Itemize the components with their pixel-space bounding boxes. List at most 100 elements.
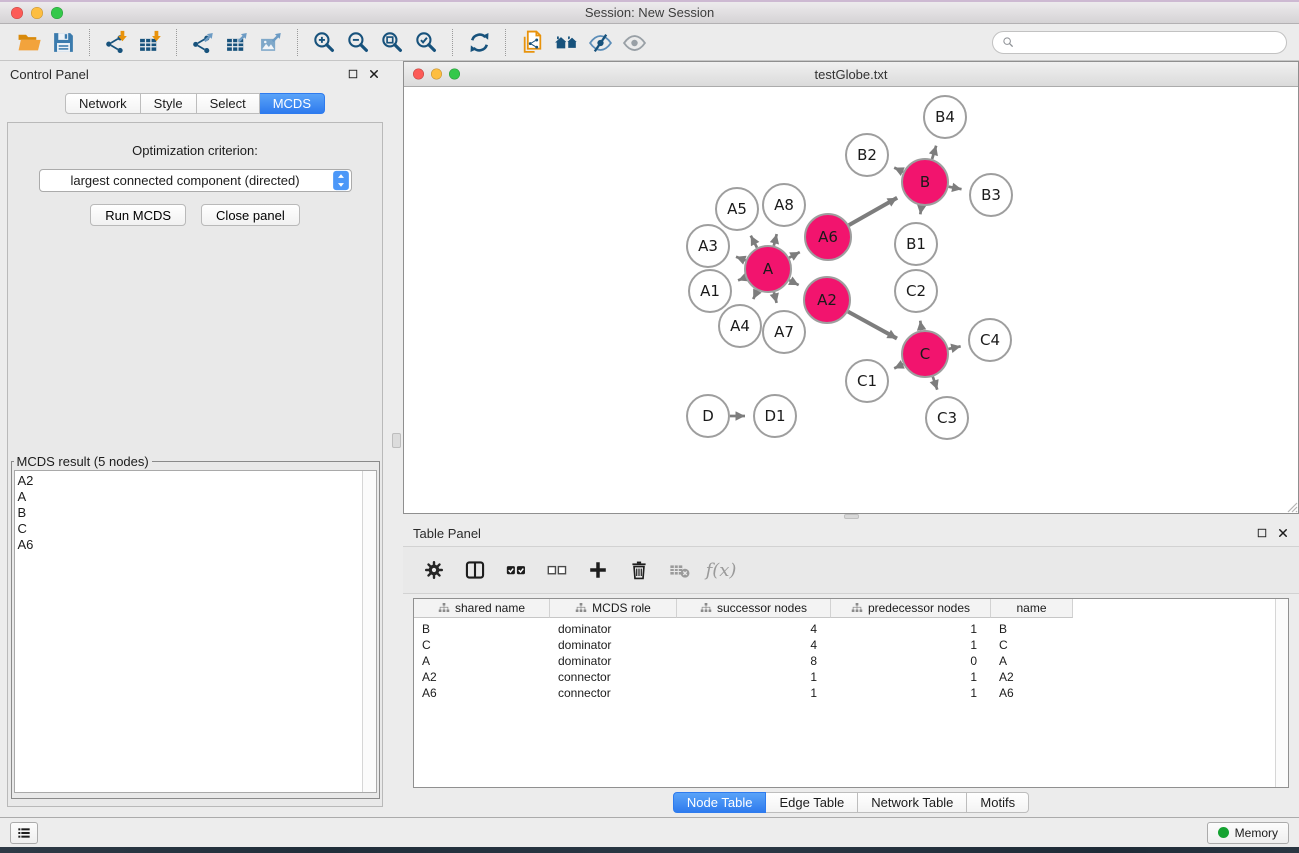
graph-node-C2[interactable]: C2 — [895, 270, 937, 312]
table-cell[interactable]: A — [991, 653, 1073, 669]
table-cell[interactable]: 1 — [831, 685, 991, 701]
graph-node-B4[interactable]: B4 — [924, 96, 966, 138]
table-cell[interactable]: B — [991, 621, 1073, 637]
export-image-button[interactable] — [254, 27, 288, 57]
graph-node-A2[interactable]: A2 — [804, 277, 850, 323]
graph-edge-A-A4[interactable] — [753, 291, 757, 300]
table-row-A[interactable]: Adominator80A — [414, 653, 1288, 669]
save-session-button[interactable] — [46, 27, 80, 57]
zoom-fit-button[interactable] — [375, 27, 409, 57]
zoom-window-button[interactable] — [51, 7, 63, 19]
search-input[interactable] — [1019, 34, 1278, 50]
graph-node-B1[interactable]: B1 — [895, 223, 937, 265]
graph-node-A6[interactable]: A6 — [805, 214, 851, 260]
mcds-list-scrollbar-track[interactable] — [362, 471, 376, 792]
graph-node-C[interactable]: C — [902, 331, 948, 377]
column-header-successor-nodes[interactable]: successor nodes — [677, 599, 831, 618]
graph-edge-A-A1[interactable] — [738, 278, 746, 281]
control-panel-float-button[interactable] — [346, 68, 359, 81]
graph-node-A8[interactable]: A8 — [763, 184, 805, 226]
graph-edge-A-A2[interactable] — [789, 280, 798, 285]
add-button[interactable] — [580, 555, 616, 585]
graph-node-A3[interactable]: A3 — [687, 225, 729, 267]
graph-node-A1[interactable]: A1 — [689, 270, 731, 312]
control-panel-close-button[interactable] — [367, 68, 380, 81]
table-cell[interactable]: dominator — [550, 653, 677, 669]
table-panel-float-button[interactable] — [1255, 527, 1268, 540]
table-cell[interactable]: 8 — [677, 653, 831, 669]
network-graph[interactable]: B4B2BB3A8A5A6B1A3AC2A1A2A4A7C4CC1DD1C3 — [404, 87, 1298, 513]
table-cell[interactable]: 1 — [831, 621, 991, 637]
network-canvas[interactable]: B4B2BB3A8A5A6B1A3AC2A1A2A4A7C4CC1DD1C3 — [404, 87, 1298, 513]
graph-node-D[interactable]: D — [687, 395, 729, 437]
delete-button[interactable] — [621, 555, 657, 585]
close-panel-button[interactable]: Close panel — [201, 204, 300, 226]
table-cell[interactable]: A2 — [414, 669, 550, 685]
graph-edge-B-B1[interactable] — [920, 206, 921, 215]
graph-node-B2[interactable]: B2 — [846, 134, 888, 176]
graph-edge-A-A8[interactable] — [774, 234, 777, 246]
gear-button[interactable] — [416, 555, 452, 585]
table-cell[interactable]: connector — [550, 669, 677, 685]
import-network-button[interactable] — [99, 27, 133, 57]
table-cell[interactable]: A6 — [991, 685, 1073, 701]
table-row-B[interactable]: Bdominator41B — [414, 621, 1288, 637]
task-history-button[interactable] — [10, 822, 38, 844]
table-row-A6[interactable]: A6connector11A6 — [414, 685, 1288, 701]
graph-edge-A-A5[interactable] — [751, 236, 757, 248]
mcds-result-item-A[interactable]: A — [18, 489, 360, 505]
table-cell[interactable]: dominator — [550, 621, 677, 637]
network-minimize-button[interactable] — [431, 69, 442, 80]
resize-grip[interactable] — [1285, 500, 1298, 513]
table-cell[interactable]: 1 — [677, 685, 831, 701]
graph-node-B3[interactable]: B3 — [970, 174, 1012, 216]
graph-edge-B-B2[interactable] — [894, 168, 903, 172]
graph-node-A5[interactable]: A5 — [716, 188, 758, 230]
tab-mcds[interactable]: MCDS — [260, 93, 325, 114]
table-cell[interactable]: C — [414, 637, 550, 653]
graph-node-B[interactable]: B — [902, 159, 948, 205]
new-network-from-selection-button[interactable] — [515, 27, 549, 57]
mcds-result-item-A6[interactable]: A6 — [18, 537, 360, 553]
graph-node-C1[interactable]: C1 — [846, 360, 888, 402]
close-window-button[interactable] — [11, 7, 23, 19]
table-cell[interactable]: dominator — [550, 637, 677, 653]
table-cell[interactable]: A2 — [991, 669, 1073, 685]
graph-node-A7[interactable]: A7 — [763, 311, 805, 353]
run-mcds-button[interactable]: Run MCDS — [90, 204, 186, 226]
mcds-result-item-C[interactable]: C — [18, 521, 360, 537]
tab-edge-table[interactable]: Edge Table — [766, 792, 858, 813]
graph-edge-C-C2[interactable] — [920, 321, 921, 331]
minimize-window-button[interactable] — [31, 7, 43, 19]
search-box[interactable] — [992, 31, 1287, 54]
graph-edge-A-A6[interactable] — [789, 252, 800, 258]
network-zoom-button[interactable] — [449, 69, 460, 80]
network-close-button[interactable] — [413, 69, 424, 80]
graph-edge-B-B3[interactable] — [949, 187, 962, 190]
zoom-out-button[interactable] — [341, 27, 375, 57]
first-neighbors-button[interactable] — [549, 27, 583, 57]
table-cell[interactable]: 0 — [831, 653, 991, 669]
graph-edge-C-C3[interactable] — [933, 377, 937, 390]
optimization-criterion-select[interactable]: largest connected component (directed) — [39, 169, 352, 192]
table-cell[interactable]: A6 — [414, 685, 550, 701]
graph-edge-B-B4[interactable] — [932, 146, 936, 159]
graph-edge-A-A3[interactable] — [736, 257, 746, 261]
export-table-button[interactable] — [220, 27, 254, 57]
vertical-splitter-handle[interactable] — [392, 433, 401, 448]
table-row-C[interactable]: Cdominator41C — [414, 637, 1288, 653]
graph-node-D1[interactable]: D1 — [754, 395, 796, 437]
graph-node-A4[interactable]: A4 — [719, 305, 761, 347]
mcds-result-item-A2[interactable]: A2 — [18, 473, 360, 489]
table-cell[interactable]: B — [414, 621, 550, 637]
table-cell[interactable]: 1 — [831, 669, 991, 685]
mcds-result-item-B[interactable]: B — [18, 505, 360, 521]
table-cell[interactable]: connector — [550, 685, 677, 701]
table-cell[interactable]: C — [991, 637, 1073, 653]
tab-node-table[interactable]: Node Table — [673, 792, 767, 813]
vertical-splitter[interactable] — [390, 61, 403, 817]
tab-select[interactable]: Select — [197, 93, 260, 114]
table-panel-close-button[interactable] — [1276, 527, 1289, 540]
table-cell[interactable]: 4 — [677, 637, 831, 653]
horizontal-splitter[interactable] — [403, 514, 1299, 520]
